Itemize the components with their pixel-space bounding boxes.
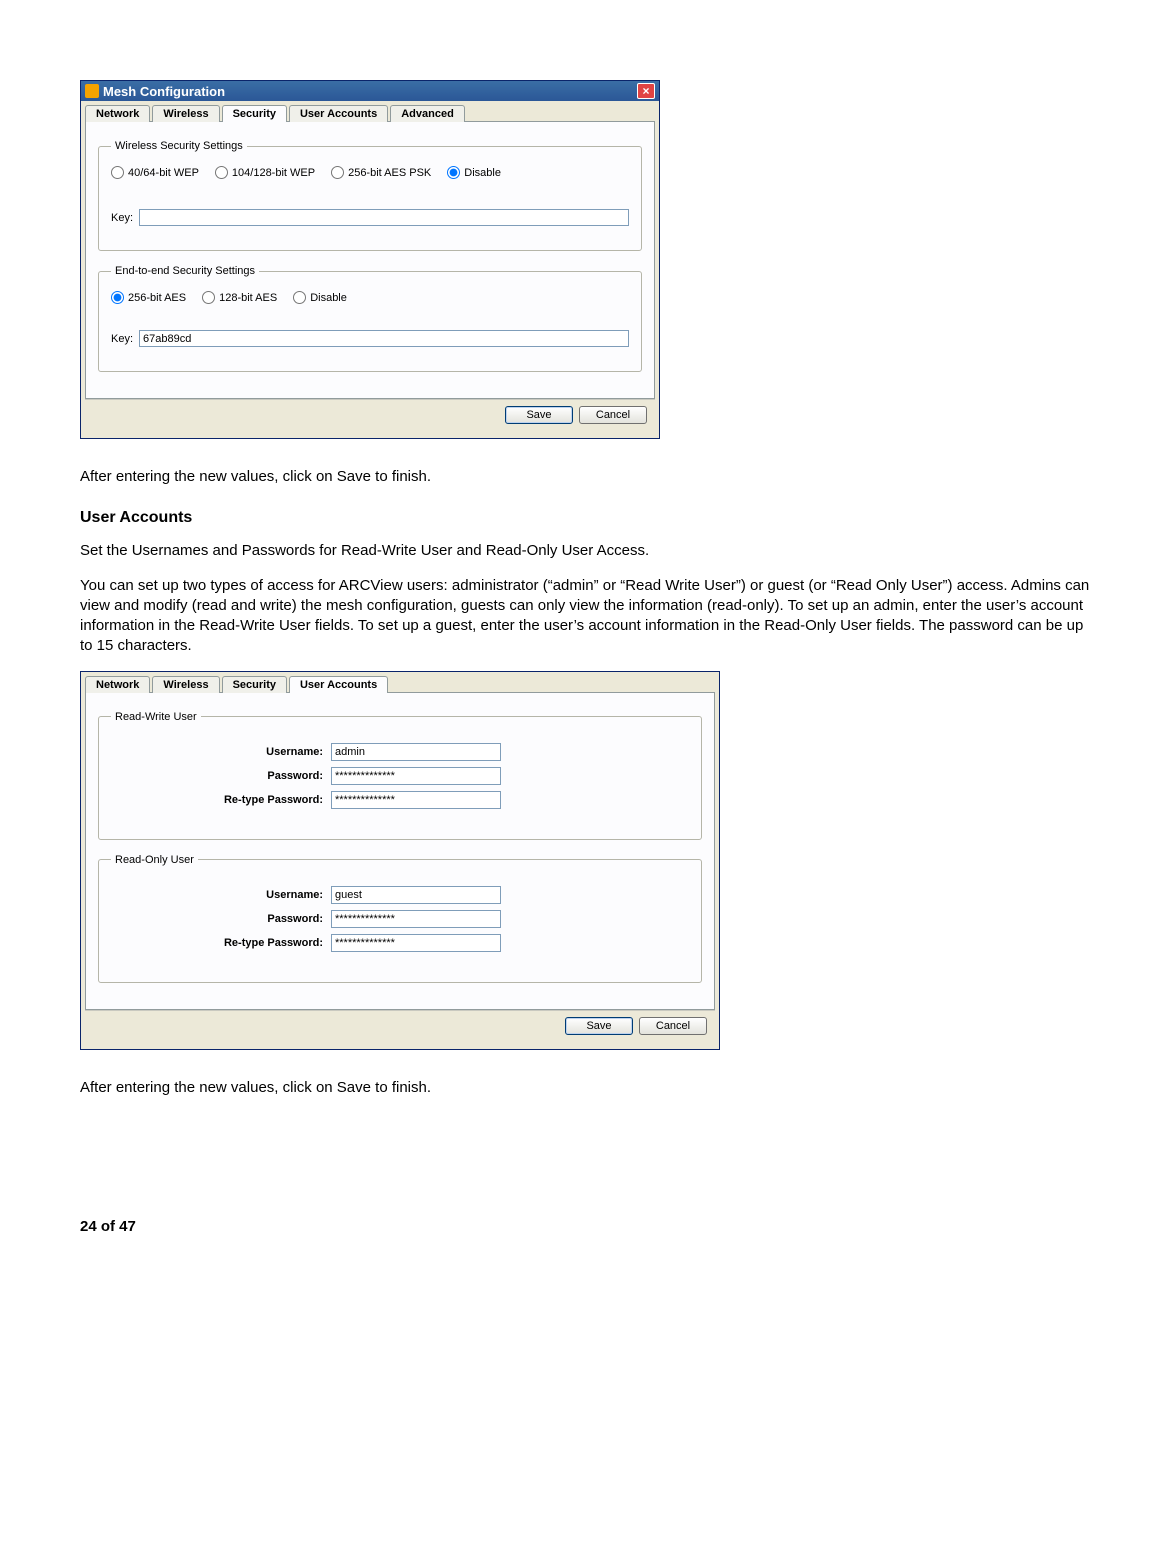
e2e-security-group: End-to-end Security Settings 256-bit AES… [98, 265, 642, 372]
prose-set-usernames: Set the Usernames and Passwords for Read… [80, 541, 1093, 561]
radio-aes-128[interactable]: 128-bit AES [202, 291, 277, 304]
tab-security[interactable]: Security [222, 105, 287, 122]
radio-e2e-disable[interactable]: Disable [293, 291, 347, 304]
tab-security[interactable]: Security [222, 676, 287, 693]
e2e-key-label: Key: [111, 333, 133, 345]
e2e-legend: End-to-end Security Settings [111, 265, 259, 277]
tab-network[interactable]: Network [85, 105, 150, 122]
rw-retype-input[interactable] [331, 791, 501, 809]
user-accounts-panel: Read-Write User Username: Password: Re-t… [85, 692, 715, 1010]
rw-retype-label: Re-type Password: [111, 794, 331, 806]
ro-username-input[interactable] [331, 886, 501, 904]
radio-wep-104[interactable]: 104/128-bit WEP [215, 166, 315, 179]
tab-wireless[interactable]: Wireless [152, 676, 219, 693]
tab-advanced[interactable]: Advanced [390, 105, 465, 122]
button-bar: Save Cancel [85, 1010, 715, 1041]
ro-password-label: Password: [111, 913, 331, 925]
wireless-key-label: Key: [111, 212, 133, 224]
section-heading-user-accounts: User Accounts [80, 509, 1093, 527]
prose-after-save-1: After entering the new values, click on … [80, 467, 1093, 487]
e2e-radio-row: 256-bit AES 128-bit AES Disable [111, 291, 629, 304]
ro-retype-input[interactable] [331, 934, 501, 952]
ro-username-label: Username: [111, 889, 331, 901]
tab-user-accounts[interactable]: User Accounts [289, 105, 388, 122]
tab-wireless[interactable]: Wireless [152, 105, 219, 122]
button-bar: Save Cancel [85, 399, 655, 430]
ro-password-input[interactable] [331, 910, 501, 928]
titlebar: Mesh Configuration × [81, 81, 659, 101]
rw-username-label: Username: [111, 746, 331, 758]
wireless-key-input[interactable] [139, 209, 629, 226]
page-number: 24 of 47 [80, 1218, 1093, 1235]
tabs: Network Wireless Security User Accounts … [85, 105, 655, 122]
read-write-user-group: Read-Write User Username: Password: Re-t… [98, 711, 702, 840]
ro-legend: Read-Only User [111, 854, 198, 866]
wireless-radio-row: 40/64-bit WEP 104/128-bit WEP 256-bit AE… [111, 166, 629, 179]
user-accounts-window: Network Wireless Security User Accounts … [80, 671, 720, 1050]
security-panel: Wireless Security Settings 40/64-bit WEP… [85, 121, 655, 399]
rw-password-label: Password: [111, 770, 331, 782]
tabs: Network Wireless Security User Accounts [85, 676, 715, 693]
cancel-button[interactable]: Cancel [579, 406, 647, 424]
wireless-security-group: Wireless Security Settings 40/64-bit WEP… [98, 140, 642, 251]
rw-username-input[interactable] [331, 743, 501, 761]
rw-password-input[interactable] [331, 767, 501, 785]
prose-after-save-2: After entering the new values, click on … [80, 1078, 1093, 1098]
app-icon [85, 84, 99, 98]
mesh-config-window: Mesh Configuration × Network Wireless Se… [80, 80, 660, 439]
radio-disable[interactable]: Disable [447, 166, 501, 179]
close-icon[interactable]: × [637, 83, 655, 99]
prose-body: You can set up two types of access for A… [80, 576, 1093, 657]
cancel-button[interactable]: Cancel [639, 1017, 707, 1035]
save-button[interactable]: Save [565, 1017, 633, 1035]
ro-retype-label: Re-type Password: [111, 937, 331, 949]
wireless-security-legend: Wireless Security Settings [111, 140, 247, 152]
save-button[interactable]: Save [505, 406, 573, 424]
radio-wep-40[interactable]: 40/64-bit WEP [111, 166, 199, 179]
read-only-user-group: Read-Only User Username: Password: Re-ty… [98, 854, 702, 983]
window-title: Mesh Configuration [103, 84, 225, 99]
radio-aes-psk[interactable]: 256-bit AES PSK [331, 166, 431, 179]
e2e-key-input[interactable] [139, 330, 629, 347]
radio-aes-256[interactable]: 256-bit AES [111, 291, 186, 304]
tab-user-accounts[interactable]: User Accounts [289, 676, 388, 693]
tab-network[interactable]: Network [85, 676, 150, 693]
rw-legend: Read-Write User [111, 711, 201, 723]
